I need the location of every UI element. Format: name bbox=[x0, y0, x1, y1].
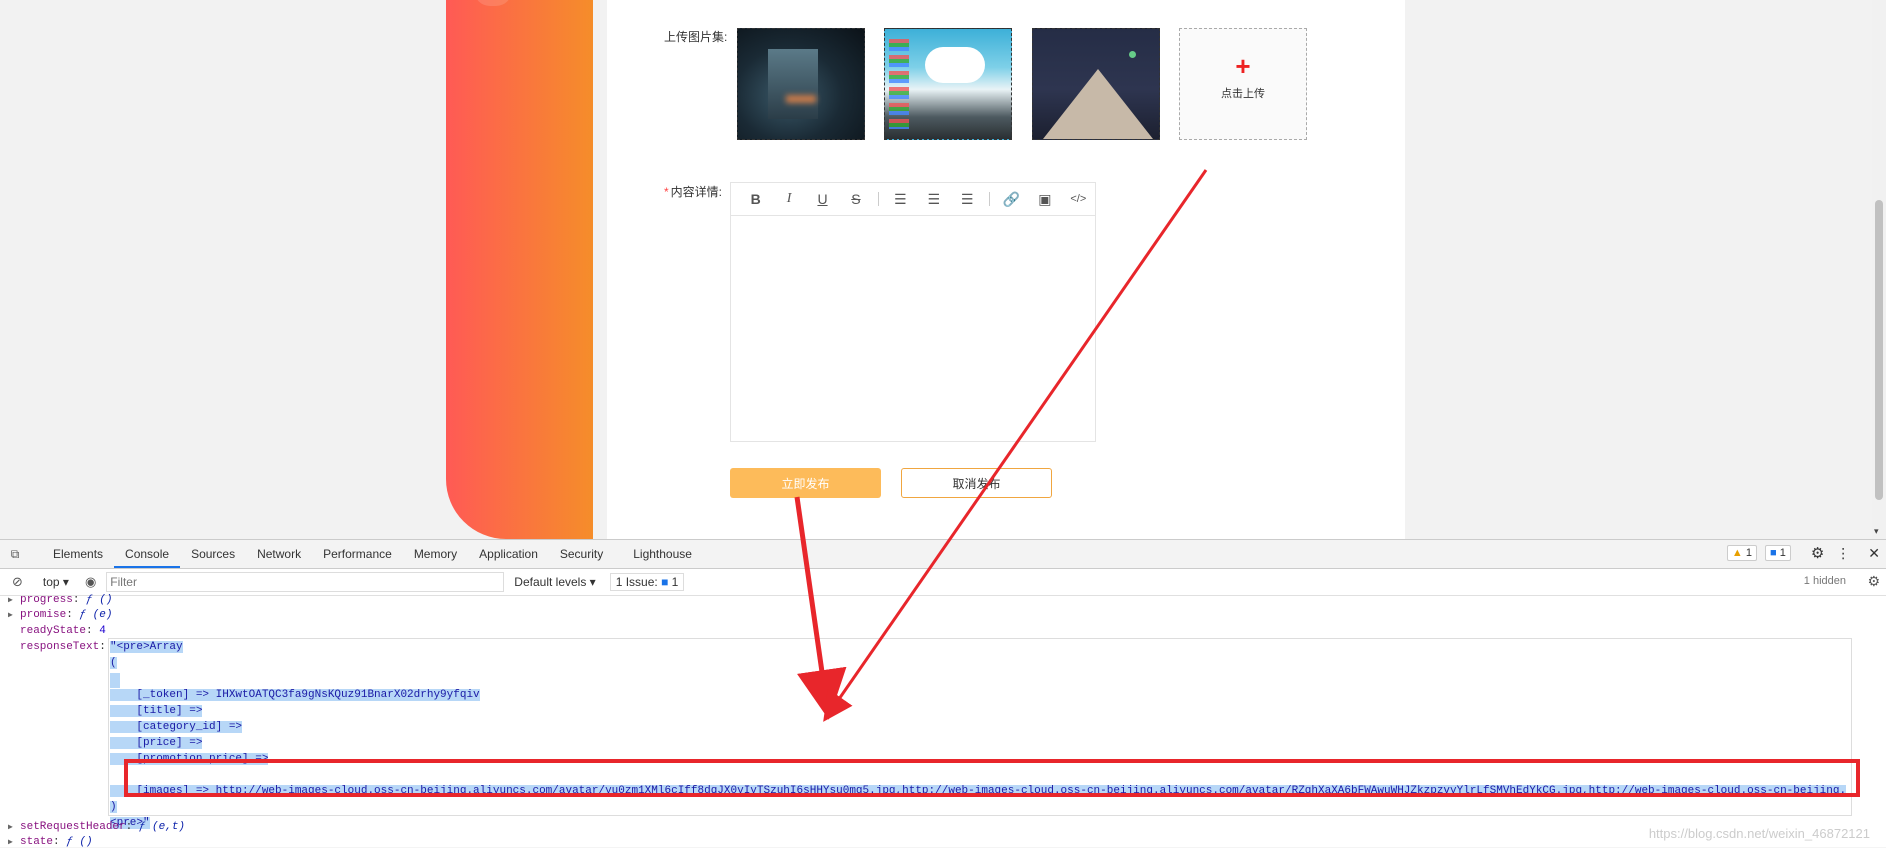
page-scrollbar[interactable]: ▾ bbox=[1872, 0, 1886, 539]
plus-icon: + bbox=[1235, 51, 1251, 81]
prop-key: responseText bbox=[20, 641, 100, 653]
prop-key: setRequestHeader bbox=[20, 821, 126, 833]
italic-icon[interactable]: I bbox=[772, 191, 805, 207]
gallery-image-3[interactable] bbox=[1032, 28, 1160, 140]
align-center-icon[interactable]: ☰ bbox=[917, 191, 950, 208]
console-filter-input[interactable] bbox=[106, 572, 505, 592]
annotation-highlight-box bbox=[124, 759, 1860, 797]
tab-network[interactable]: Network bbox=[246, 540, 312, 568]
warnings-badge[interactable]: ▲ 1 bbox=[1726, 545, 1757, 561]
submit-button[interactable]: 立即发布 bbox=[730, 468, 881, 498]
content-label: * 内容详情: bbox=[664, 183, 722, 200]
tab-performance[interactable]: Performance bbox=[312, 540, 403, 568]
log-levels-value: Default levels bbox=[514, 575, 587, 589]
console-output: ▶ progress: ƒ () ▶ promise: ƒ (e) readySta… bbox=[0, 594, 1886, 848]
warning-icon: ▲ bbox=[1731, 547, 1743, 559]
response-line: "<pre>Array bbox=[110, 641, 183, 653]
toolbar-divider bbox=[877, 192, 879, 206]
decorative-banner bbox=[446, 0, 593, 539]
tab-lighthouse[interactable]: Lighthouse bbox=[622, 540, 703, 568]
align-right-icon[interactable]: ☰ bbox=[950, 191, 983, 208]
upload-button[interactable]: + 点击上传 bbox=[1179, 28, 1307, 140]
required-star: * bbox=[664, 185, 669, 199]
device-toggle-icon[interactable]: ⧉ bbox=[4, 540, 26, 568]
close-devtools-icon[interactable]: ✕ bbox=[1868, 545, 1880, 562]
prop-value: ƒ () bbox=[86, 594, 113, 606]
console-prop[interactable]: ▶ setRequestHeader: ƒ (e,t) bbox=[8, 821, 185, 833]
prop-key: readyState bbox=[20, 625, 87, 637]
underline-icon[interactable]: U bbox=[806, 191, 839, 207]
response-line: ( bbox=[110, 657, 117, 669]
prop-value: ƒ () bbox=[66, 836, 93, 848]
response-line: ) bbox=[110, 801, 117, 813]
bold-icon[interactable]: B bbox=[739, 191, 772, 207]
context-value: top bbox=[42, 575, 60, 589]
toolbar-divider bbox=[988, 192, 990, 206]
cancel-button[interactable]: 取消发布 bbox=[901, 468, 1052, 498]
editor-toolbar: B I U S ☰ ☰ ☰ 🔗 ▣ </> bbox=[731, 183, 1095, 216]
prop-value: 4 bbox=[99, 625, 106, 637]
tab-elements[interactable]: Elements bbox=[42, 540, 114, 568]
tab-security[interactable]: Security bbox=[549, 540, 614, 568]
messages-badge[interactable]: ■ 1 bbox=[1764, 545, 1791, 561]
tab-sources[interactable]: Sources bbox=[180, 540, 246, 568]
devtools-tab-bar: ⧉ Elements Console Sources Network Perfo… bbox=[0, 540, 1886, 569]
strikethrough-icon[interactable]: S bbox=[839, 191, 872, 207]
issues-label: 1 Issue: bbox=[615, 575, 658, 589]
gallery-label: 上传图片集: bbox=[664, 30, 728, 44]
console-prop: readyState: 4 bbox=[20, 625, 106, 637]
response-line: [_token] => IHXwtOATQC3fa9gNsKQuz91BnarX… bbox=[110, 689, 480, 701]
watermark-text: https://blog.csdn.net/weixin_46872121 bbox=[1648, 826, 1870, 841]
gallery-image-2[interactable] bbox=[884, 28, 1012, 140]
rich-text-editor[interactable]: B I U S ☰ ☰ ☰ 🔗 ▣ </> bbox=[730, 182, 1096, 442]
tab-memory[interactable]: Memory bbox=[403, 540, 468, 568]
response-line: [category_id] => bbox=[110, 721, 243, 733]
web-page: 上传图片集: + 点击上传 * 内容详情: B I U S ☰ ☰ ☰ 🔗 ▣ <… bbox=[0, 0, 1886, 539]
console-prop[interactable]: ▶ promise: ƒ (e) bbox=[8, 609, 112, 621]
align-left-icon[interactable]: ☰ bbox=[884, 191, 917, 208]
prop-key: state bbox=[20, 836, 54, 848]
settings-gear-icon[interactable]: ⚙ bbox=[1811, 544, 1824, 562]
link-icon[interactable]: 🔗 bbox=[995, 191, 1028, 208]
context-selector[interactable]: top ▾ bbox=[43, 575, 69, 589]
more-options-icon[interactable]: ⋮ bbox=[1836, 545, 1850, 562]
scroll-down-icon[interactable]: ▾ bbox=[1874, 526, 1879, 537]
gallery-image-1[interactable] bbox=[737, 28, 865, 140]
console-settings-icon[interactable]: ⚙ bbox=[1867, 573, 1880, 590]
prop-value: ƒ (e) bbox=[79, 609, 113, 621]
devtools-right-controls: ▲ 1 ■ 1 ⚙ ⋮ ✕ bbox=[1726, 544, 1880, 562]
console-prop[interactable]: ▶ state: ƒ () bbox=[8, 836, 93, 848]
issues-count: 1 bbox=[671, 575, 679, 589]
prop-value: ƒ (e,t) bbox=[138, 821, 186, 833]
issue-message-icon: ■ bbox=[661, 575, 669, 589]
devtools-panel: ⧉ Elements Console Sources Network Perfo… bbox=[0, 539, 1886, 848]
code-icon[interactable]: </> bbox=[1062, 193, 1095, 205]
image-icon[interactable]: ▣ bbox=[1028, 191, 1061, 208]
content-label-text: 内容详情: bbox=[670, 185, 723, 199]
messages-count: 1 bbox=[1779, 547, 1786, 559]
message-icon: ■ bbox=[1769, 547, 1777, 559]
prop-key: progress bbox=[20, 594, 73, 606]
response-line: [price] => bbox=[110, 737, 203, 749]
console-toolbar: ⊘ top ▾ ◉ Default levels ▾ 1 Issue: ■ 1 … bbox=[0, 569, 1886, 596]
tab-application[interactable]: Application bbox=[468, 540, 549, 568]
issues-button[interactable]: 1 Issue: ■ 1 bbox=[609, 573, 685, 591]
clear-console-icon[interactable]: ⊘ bbox=[12, 574, 23, 590]
log-levels-dropdown[interactable]: Default levels ▾ bbox=[514, 575, 595, 589]
tab-console[interactable]: Console bbox=[114, 540, 181, 568]
live-expression-eye-icon[interactable]: ◉ bbox=[85, 574, 96, 590]
console-prop: responseText: bbox=[20, 641, 106, 653]
selection-gap bbox=[110, 673, 120, 688]
console-prop[interactable]: ▶ progress: ƒ () bbox=[8, 594, 112, 606]
hidden-messages-count: 1 hidden bbox=[1803, 575, 1846, 587]
response-line: [title] => bbox=[110, 705, 203, 717]
prop-key: promise bbox=[20, 609, 67, 621]
upload-text: 点击上传 bbox=[1221, 88, 1265, 100]
warnings-count: 1 bbox=[1745, 547, 1752, 559]
